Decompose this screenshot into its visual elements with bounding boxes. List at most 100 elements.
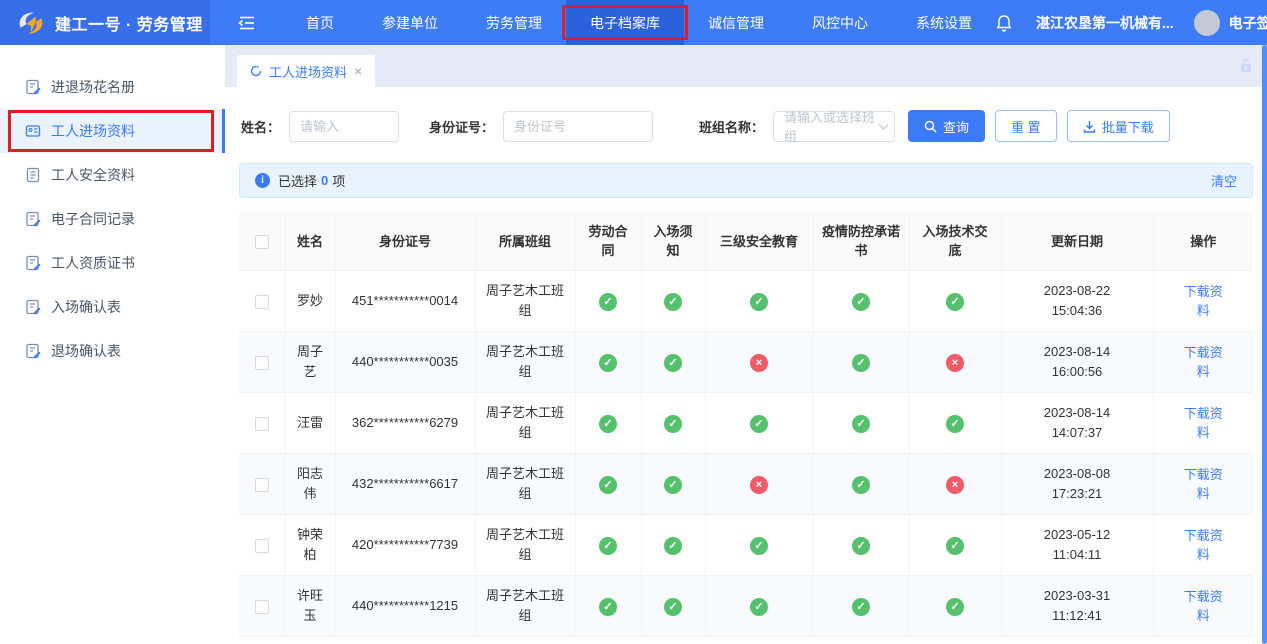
tab-close-icon[interactable]: × [354,63,362,79]
sidebar-item-工人安全资料[interactable]: 工人安全资料 [0,153,225,197]
status-cell: × [909,332,1001,393]
nav-item-风控中心[interactable]: 风控中心 [788,0,892,45]
filter-bar: 姓名： 身份证号： 班组名称： 请输入或选择班组 查询 重 置 [225,87,1267,163]
vertical-scrollbar[interactable] [1262,45,1267,644]
column-header-checkbox[interactable] [239,212,285,271]
update-time: 16:00:56 [1010,362,1145,382]
download-files-link[interactable]: 下载资料 [1182,343,1224,381]
clear-selection-link[interactable]: 清空 [1211,171,1237,190]
update-time: 17:23:21 [1010,484,1145,504]
sidebar-item-label: 入场确认表 [51,297,121,317]
row-checkbox-cell [239,515,285,576]
row-checkbox[interactable] [255,539,269,553]
check-icon: ✓ [599,476,617,494]
sidebar-item-工人资质证书[interactable]: 工人资质证书 [0,241,225,285]
download-files-link[interactable]: 下载资料 [1182,282,1224,320]
doc-icon [25,167,41,183]
doc-edit-icon [25,79,41,95]
download-files-link[interactable]: 下载资料 [1182,587,1224,625]
row-checkbox[interactable] [255,417,269,431]
update-date-cell: 2023-05-1211:04:11 [1001,515,1153,576]
table-body: 罗妙451***********0014周子艺木工班组✓✓✓✓✓2023-08-… [239,271,1253,637]
nav-item-参建单位[interactable]: 参建单位 [358,0,462,45]
name-filter-input[interactable] [289,111,399,142]
status-cell: ✓ [909,515,1001,576]
status-cell: × [705,454,813,515]
action-cell: 下载资料 [1153,393,1253,454]
status-cell: ✓ [575,332,641,393]
sidebar-item-退场确认表[interactable]: 退场确认表 [0,329,225,373]
nav-item-劳务管理[interactable]: 劳务管理 [462,0,566,45]
nav-item-首页[interactable]: 首页 [282,0,358,45]
worker-name-cell: 周子艺 [285,332,335,393]
download-files-link[interactable]: 下载资料 [1182,526,1224,564]
status-cell: ✓ [705,576,813,637]
logo-icon [16,8,46,38]
status-cell: ✓ [813,515,909,576]
select-all-checkbox[interactable] [255,235,269,249]
column-header-劳动合同: 劳动合同 [575,212,641,271]
menu-fold-icon[interactable] [210,0,282,45]
row-checkbox[interactable] [255,295,269,309]
column-header-三级安全教育: 三级安全教育 [705,212,813,271]
selection-suffix: 项 [332,171,345,190]
notification-bell-icon[interactable] [996,14,1012,32]
reset-button[interactable]: 重 置 [995,110,1057,142]
batch-download-button[interactable]: 批量下载 [1067,110,1170,142]
sidebar-item-进退场花名册[interactable]: 进退场花名册 [0,65,225,109]
team-cell: 周子艺木工班组 [475,393,575,454]
navbar-right: 湛江农垦第一机械有... 电子签分包劳务员 [996,0,1267,45]
update-date-cell: 2023-08-1414:07:37 [1001,393,1153,454]
check-icon: ✓ [664,537,682,555]
team-cell: 周子艺木工班组 [475,576,575,637]
download-icon [1083,120,1096,133]
column-header-更新日期: 更新日期 [1001,212,1153,271]
nav-item-诚信管理[interactable]: 诚信管理 [684,0,788,45]
search-button[interactable]: 查询 [908,110,985,142]
check-icon: ✓ [750,537,768,555]
status-cell: ✓ [705,515,813,576]
update-date: 2023-08-14 [1010,403,1145,423]
row-checkbox-cell [239,393,285,454]
status-cell: ✓ [909,576,1001,637]
user-avatar[interactable] [1194,10,1220,36]
action-cell: 下载资料 [1153,332,1253,393]
row-checkbox[interactable] [255,600,269,614]
sidebar-item-电子合同记录[interactable]: 电子合同记录 [0,197,225,241]
row-checkbox[interactable] [255,356,269,370]
doc-edit-icon [25,343,41,359]
tab-worker-entry-files[interactable]: 工人进场资料 × [237,55,375,87]
team-select[interactable]: 请输入或选择班组 [773,111,895,142]
refresh-icon [250,65,262,77]
status-cell: ✓ [641,332,705,393]
annotation-box-nav [562,5,688,40]
sidebar-item-工人进场资料[interactable]: 工人进场资料 [0,109,225,153]
cross-icon: × [750,476,768,494]
action-cell: 下载资料 [1153,454,1253,515]
table-row: 钟荣柏420***********7739周子艺木工班组✓✓✓✓✓2023-05… [239,515,1253,576]
user-role[interactable]: 电子签分包劳务员 [1229,13,1267,33]
row-checkbox[interactable] [255,478,269,492]
download-files-link[interactable]: 下载资料 [1182,465,1224,503]
search-icon [924,120,937,133]
team-cell: 周子艺木工班组 [475,271,575,332]
status-cell: ✓ [813,576,909,637]
id-number-cell: 440***********1215 [335,576,475,637]
company-name[interactable]: 湛江农垦第一机械有... [1036,13,1174,33]
sidebar-item-入场确认表[interactable]: 入场确认表 [0,285,225,329]
id-filter-input[interactable] [503,111,653,142]
check-icon: ✓ [750,598,768,616]
column-header-入场须知: 入场须知 [641,212,705,271]
update-date: 2023-08-08 [1010,464,1145,484]
top-navbar: 建工一号 · 劳务管理 首页参建单位劳务管理电子档案库诚信管理风控中心系统设置 … [0,0,1267,45]
update-time: 14:07:37 [1010,423,1145,443]
doc-edit-icon [25,211,41,227]
download-files-link[interactable]: 下载资料 [1182,404,1224,442]
worker-entry-table: 姓名身份证号所属班组劳动合同入场须知三级安全教育疫情防控承诺书入场技术交底更新日… [239,212,1253,637]
nav-item-电子档案库[interactable]: 电子档案库 [566,0,684,45]
status-cell: × [909,454,1001,515]
app-title: 建工一号 · 劳务管理 [55,11,203,35]
lock-icon [1238,58,1254,78]
check-icon: ✓ [946,537,964,555]
nav-item-系统设置[interactable]: 系统设置 [892,0,996,45]
